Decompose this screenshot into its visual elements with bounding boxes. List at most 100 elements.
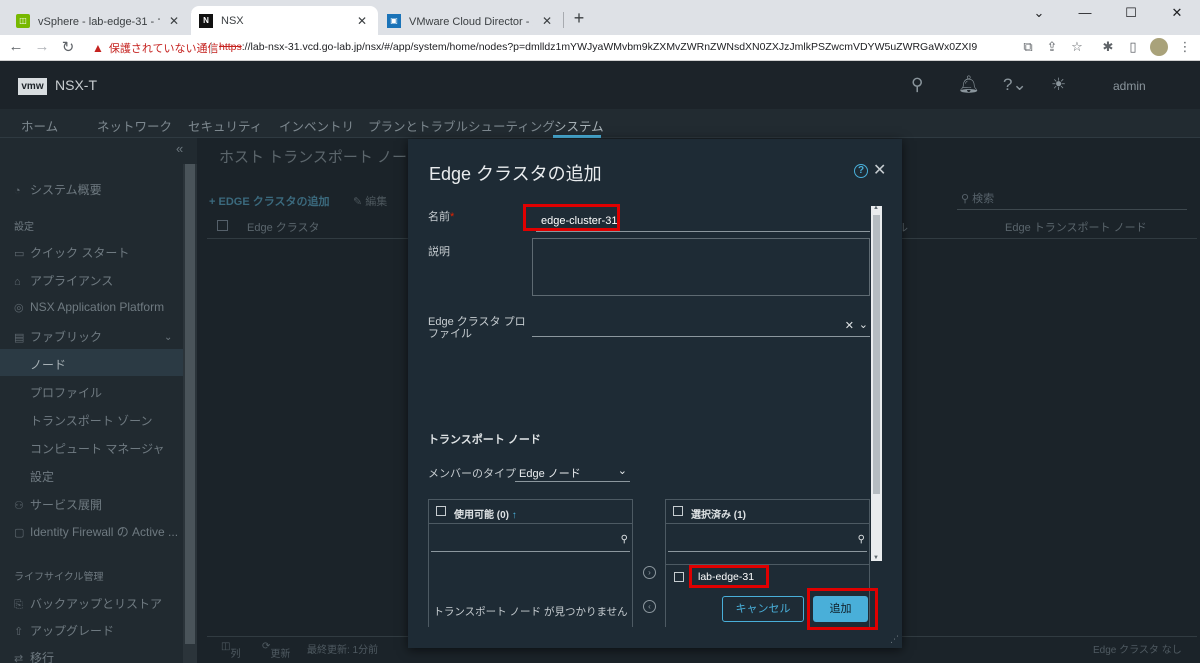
sidebar-item-fabric-settings[interactable]: 設定 (30, 468, 54, 485)
tab-separator (563, 12, 564, 28)
chevron-down-icon[interactable]: ⌄ (859, 318, 868, 331)
nav-system[interactable]: システム (554, 116, 604, 135)
close-icon[interactable]: ✕ (873, 160, 886, 180)
sidebar-scrollbar[interactable] (183, 164, 197, 663)
move-left-icon[interactable]: ‹ (643, 600, 656, 613)
sidebar-scroll-thumb[interactable] (185, 164, 195, 644)
search-icon: ⚲ (961, 193, 973, 205)
sidebar-item-backup[interactable]: ⎘ バックアップとリストア (14, 595, 162, 612)
url-scheme: https (219, 41, 242, 53)
notification-bell-icon[interactable]: 🔔︎ (958, 75, 980, 95)
search-icon: ⚲ (857, 534, 865, 545)
description-textarea[interactable] (532, 238, 870, 296)
nav-inventory[interactable]: インベントリ (279, 116, 354, 135)
window-close-icon[interactable]: ✕ (1154, 0, 1200, 28)
back-icon[interactable]: ← (6, 38, 26, 55)
appliance-icon: ⌂ (14, 276, 21, 288)
sidebar-item-label: NSX Application Platform (30, 300, 165, 314)
sidebar-item-overview[interactable]: ◔ システム概要 (14, 181, 102, 198)
column-edge-cluster[interactable]: Edge クラスタ (247, 219, 320, 235)
edit-action[interactable]: ✎ 編集 (353, 193, 387, 209)
browser-tab-nsx[interactable]: N NSX ✕ (191, 6, 378, 35)
browser-tab-vcd[interactable]: ▣ VMware Cloud Director - 外部ネットワーク ✕ (379, 6, 563, 35)
sidebar-item-transport-zones[interactable]: トランスポート ゾーン (30, 412, 153, 429)
item-checkbox[interactable] (674, 572, 684, 582)
sidebar-item-compute-managers[interactable]: コンピュート マネージャ (30, 440, 165, 457)
bookmark-star-icon[interactable]: ☆ (1068, 39, 1086, 55)
sidebar-item-migrate[interactable]: ⇄ 移行 (14, 649, 54, 663)
tab-search-icon[interactable]: ⌄ (1016, 0, 1062, 28)
share-icon[interactable]: ⇪ (1043, 39, 1061, 55)
scroll-up-icon[interactable]: ▲ (873, 205, 879, 211)
nav-plan-troubleshoot[interactable]: プランとトラブルシューティング (368, 116, 555, 135)
scroll-down-icon[interactable]: ▼ (873, 555, 879, 561)
column-edge-transport-nodes[interactable]: Edge トランスポート ノード (1005, 219, 1147, 235)
add-edge-cluster-action[interactable]: + EDGE クラスタの追加 (209, 193, 330, 209)
sidebar-item-profiles[interactable]: プロファイル (30, 384, 102, 401)
nav-security[interactable]: セキュリティ (188, 116, 262, 135)
available-header-label[interactable]: 使用可能 (0) ↑ (454, 506, 517, 521)
tab-close-icon[interactable]: ✕ (354, 14, 370, 28)
extensions-icon[interactable]: ✱ (1099, 39, 1117, 55)
resize-grip-icon[interactable]: ⋰ (890, 634, 899, 645)
dialog-scrollbar[interactable]: ▲ ▼ (871, 205, 882, 561)
search-icon: ⚲ (620, 534, 628, 545)
highlight-box-add (807, 588, 878, 630)
url-field[interactable]: https://lab-nsx-31.vcd.go-lab.jp/nsx/#/a… (219, 41, 977, 53)
reload-icon[interactable]: ↻ (58, 38, 78, 56)
sidebar-item-nodes[interactable]: ノード (30, 356, 66, 373)
nav-networking[interactable]: ネットワーク (97, 116, 172, 135)
edge-cluster-profile-select[interactable]: ✕ ⌄ (532, 317, 870, 337)
help-icon[interactable]: ?⌄ (1003, 75, 1027, 95)
profile-avatar[interactable] (1150, 38, 1168, 56)
side-panel-icon[interactable]: ▯ (1124, 39, 1142, 55)
member-type-select[interactable]: Edge ノード ⌄ (515, 463, 630, 482)
user-menu[interactable]: admin (1113, 79, 1146, 93)
sidebar-collapse-icon[interactable]: « (176, 141, 183, 156)
maximize-icon[interactable]: ☐ (1108, 0, 1154, 28)
translate-icon[interactable]: ⧉ (1019, 39, 1037, 55)
refresh-button[interactable]: ⟳ 更新 (262, 641, 290, 660)
chevron-down-icon: ⌄ (617, 465, 627, 477)
dialog-scroll-thumb[interactable] (873, 215, 880, 494)
chevron-down-icon[interactable]: ⌄ (164, 332, 172, 343)
sidebar-section-lifecycle: ライフサイクル管理 (14, 572, 104, 583)
grid-search-input[interactable]: ⚲ 検索 (957, 189, 1187, 210)
tab-title: vSphere - lab-edge-31 - サマリー (38, 15, 160, 28)
nav-home[interactable]: ホーム (21, 116, 58, 135)
minimize-icon[interactable]: — (1062, 0, 1108, 28)
sidebar-section-settings: 設定 (14, 222, 34, 233)
sidebar-item-appliances[interactable]: ⌂ アプライアンス (14, 272, 113, 289)
sidebar-item-label: クイック スタート (30, 246, 130, 260)
footer-status: Edge クラスタ なし (1093, 645, 1182, 656)
app-title: NSX-T (55, 77, 97, 93)
help-icon[interactable]: ? (854, 164, 868, 178)
new-tab-button[interactable]: + (569, 8, 589, 29)
available-search-input[interactable]: ⚲ (431, 532, 630, 552)
columns-toggle[interactable]: ◫ 列 (221, 641, 240, 660)
sidebar-item-upgrade[interactable]: ⇧ アップグレード (14, 622, 114, 639)
available-select-all-checkbox[interactable] (436, 506, 446, 516)
clear-icon[interactable]: ✕ (845, 319, 854, 332)
sidebar-item-service-deployment[interactable]: ⚇ サービス展開 (14, 496, 102, 513)
select-all-checkbox[interactable] (217, 220, 228, 231)
dashboard-icon: ◔ (14, 185, 21, 197)
sidebar-item-quickstart[interactable]: ▭ クイック スタート (14, 244, 129, 261)
required-marker: * (450, 211, 455, 223)
sidebar-item-identity-firewall[interactable]: ▢ Identity Firewall の Active ... (14, 523, 178, 540)
sidebar-item-nsx-app-platform[interactable]: ◎ NSX Application Platform (14, 300, 164, 314)
tab-close-icon[interactable]: ✕ (539, 14, 555, 28)
sidebar-item-label: Identity Firewall の Active ... (30, 525, 179, 539)
browser-menu-icon[interactable]: ⋮ (1176, 39, 1194, 55)
browser-tab-vsphere[interactable]: ◫ vSphere - lab-edge-31 - サマリー ✕ (8, 6, 190, 35)
tab-close-icon[interactable]: ✕ (166, 14, 182, 28)
theme-sun-icon[interactable]: ☀ (1051, 75, 1066, 95)
cancel-button[interactable]: キャンセル (722, 596, 804, 622)
selected-select-all-checkbox[interactable] (673, 506, 683, 516)
selected-search-input[interactable]: ⚲ (668, 532, 867, 552)
forward-icon[interactable]: → (32, 38, 52, 55)
move-right-icon[interactable]: › (643, 566, 656, 579)
search-icon[interactable]: ⚲ (911, 75, 923, 95)
security-warning[interactable]: ▲ 保護されていない通信 (92, 40, 219, 56)
sidebar-item-fabric[interactable]: ▤ ファブリック (14, 328, 102, 345)
